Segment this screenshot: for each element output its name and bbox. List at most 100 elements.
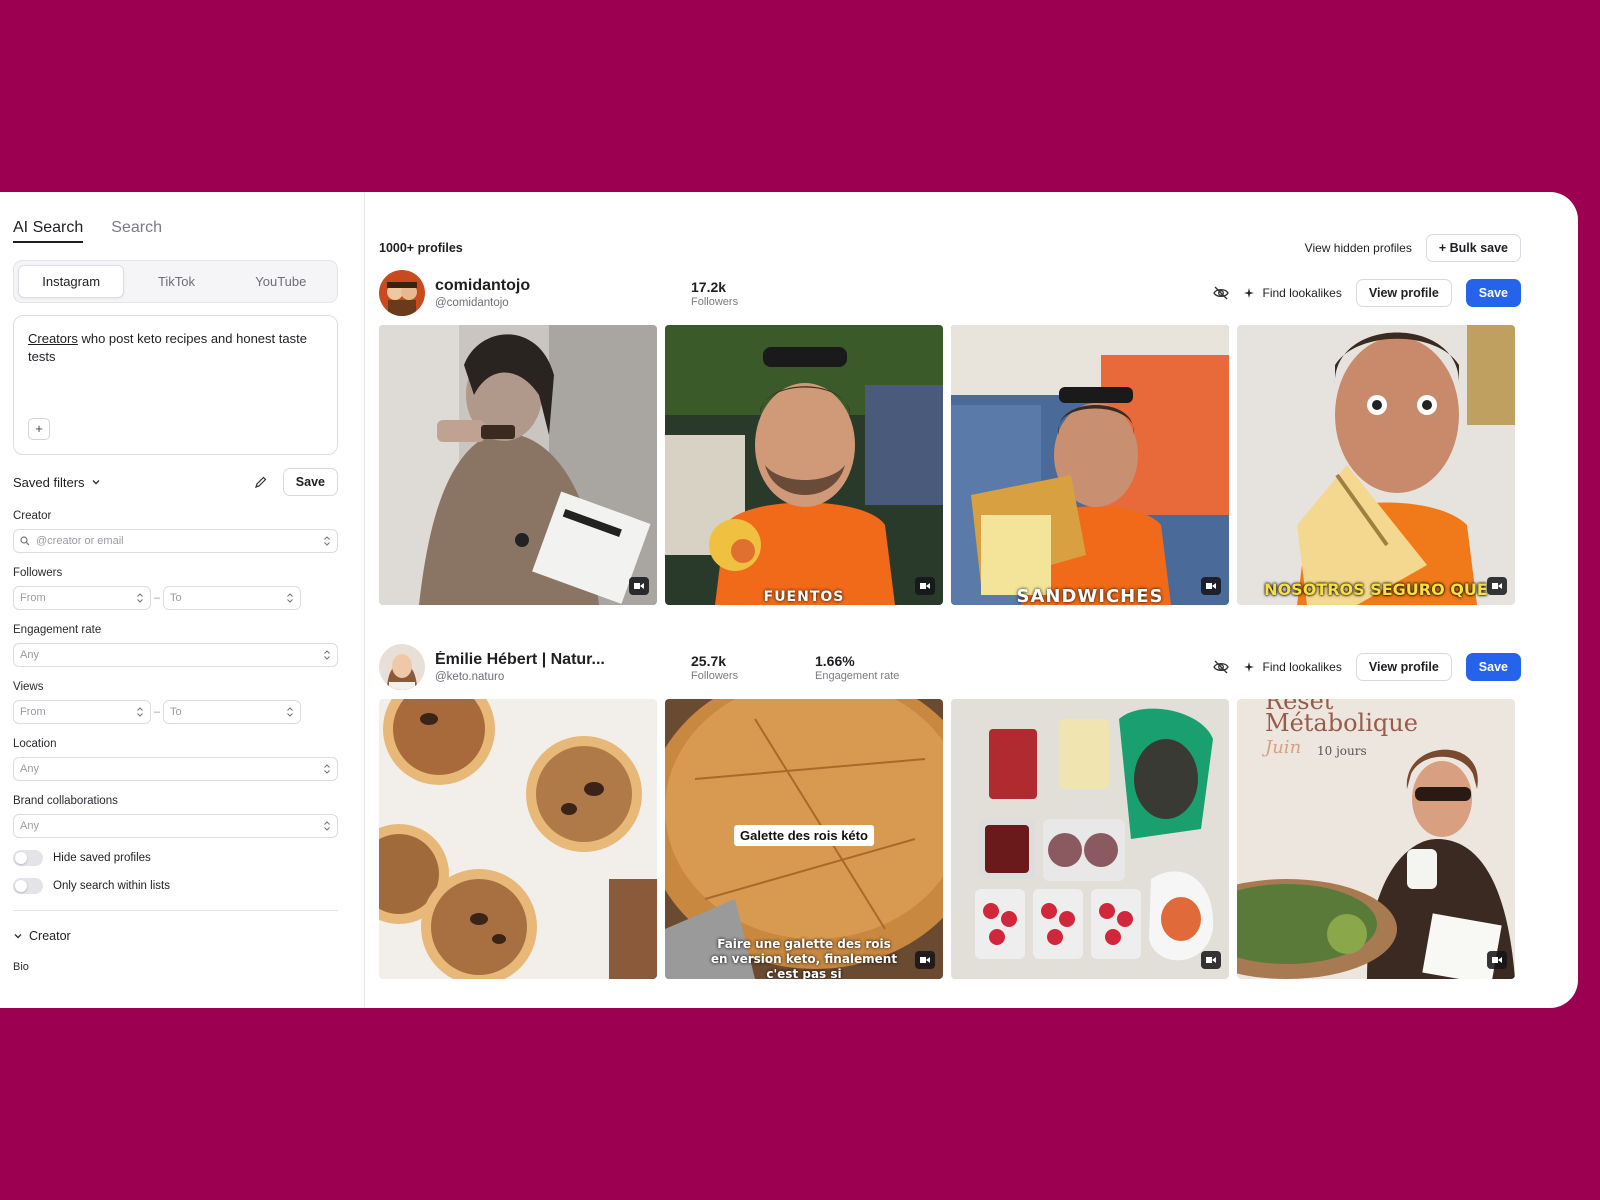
save-profile-button[interactable]: Save bbox=[1465, 653, 1521, 681]
post-overlay-sub: 10 jours bbox=[1317, 744, 1367, 758]
video-icon bbox=[1487, 577, 1507, 595]
profile-name[interactable]: comidantojo bbox=[435, 277, 691, 295]
post-thumbnail[interactable] bbox=[379, 325, 657, 605]
creator-label: Creator bbox=[13, 510, 52, 522]
app-window: AI Search Search Instagram TikTok YouTub… bbox=[0, 192, 1578, 1008]
engagement-label: Engagement rate bbox=[13, 624, 102, 636]
post-thumbnail[interactable]: FUENTOS bbox=[665, 325, 943, 605]
search-icon bbox=[20, 536, 30, 546]
post-thumbnail[interactable]: NOSOTROS SEGURO QUE bbox=[1237, 325, 1515, 605]
within-lists-toggle[interactable] bbox=[13, 878, 43, 894]
hide-saved-toggle[interactable] bbox=[13, 850, 43, 866]
profile-header: Émilie Hébert | Natur... @keto.naturo 25… bbox=[379, 643, 1521, 691]
hide-profile-eye-off-icon[interactable] bbox=[1210, 282, 1232, 304]
updown-icon bbox=[324, 821, 330, 831]
edit-pencil-icon[interactable] bbox=[251, 472, 271, 492]
find-lookalikes-button[interactable]: Find lookalikes bbox=[1244, 286, 1342, 300]
engagement-stat: 1.66% Engagement rate bbox=[815, 653, 939, 682]
chevron-down-icon bbox=[14, 934, 22, 939]
prompt-underlined-word: Creators bbox=[28, 331, 78, 346]
brand-select[interactable]: Any bbox=[13, 814, 338, 838]
saved-filters-row: Saved filters Save bbox=[13, 468, 338, 496]
profile-handle: @keto.naturo bbox=[435, 671, 505, 683]
post-grid: FUENTOS SANDWICHES NOSOTROS SEGURO QUE bbox=[379, 325, 1521, 605]
save-filters-button[interactable]: Save bbox=[282, 468, 338, 496]
followers-to-input[interactable]: To bbox=[163, 586, 301, 610]
followers-stat: 17.2k Followers bbox=[691, 279, 815, 308]
followers-label: Followers bbox=[13, 567, 63, 579]
followers-to-placeholder: To bbox=[170, 592, 182, 604]
view-profile-button[interactable]: View profile bbox=[1355, 279, 1452, 307]
followers-value: 17.2k bbox=[691, 278, 727, 295]
tab-ai-search[interactable]: AI Search bbox=[13, 219, 84, 243]
followers-from-input[interactable]: From bbox=[13, 586, 151, 610]
platform-youtube[interactable]: YouTube bbox=[229, 265, 333, 298]
profile-actions: Find lookalikes View profile Save bbox=[1210, 279, 1521, 307]
followers-stat: 25.7k Followers bbox=[691, 653, 815, 682]
profile-names: comidantojo @comidantojo bbox=[435, 277, 691, 309]
post-thumbnail[interactable]: Reset Métabolique Juin 10 jours bbox=[1237, 699, 1515, 979]
video-icon bbox=[629, 577, 649, 595]
video-icon bbox=[915, 577, 935, 595]
sparkle-icon bbox=[1244, 662, 1255, 672]
video-icon bbox=[915, 951, 935, 969]
creator-search-input[interactable]: @creator or email bbox=[13, 529, 338, 553]
hide-saved-label: Hide saved profiles bbox=[53, 852, 151, 864]
post-thumbnail[interactable]: SANDWICHES bbox=[951, 325, 1229, 605]
location-value: Any bbox=[20, 763, 39, 775]
tab-search[interactable]: Search bbox=[111, 219, 162, 243]
followers-from-placeholder: From bbox=[20, 592, 46, 604]
updown-icon bbox=[324, 536, 330, 546]
profile-header: comidantojo @comidantojo 17.2k Followers… bbox=[379, 269, 1521, 317]
hide-saved-row: Hide saved profiles bbox=[13, 850, 338, 866]
brand-value: Any bbox=[20, 820, 39, 832]
updown-icon bbox=[287, 707, 293, 717]
add-attachment-button[interactable]: + bbox=[28, 418, 50, 440]
creator-section-toggle[interactable]: Creator bbox=[13, 929, 338, 943]
save-profile-button[interactable]: Save bbox=[1465, 279, 1521, 307]
views-from-input[interactable]: From bbox=[13, 700, 151, 724]
location-select[interactable]: Any bbox=[13, 757, 338, 781]
view-profile-button[interactable]: View profile bbox=[1355, 653, 1452, 681]
ai-prompt-input[interactable]: Creators who post keto recipes and hones… bbox=[13, 315, 338, 455]
find-lookalikes-button[interactable]: Find lookalikes bbox=[1244, 660, 1342, 674]
saved-filters-dropdown[interactable]: Saved filters bbox=[13, 475, 101, 490]
followers-key: Followers bbox=[691, 295, 739, 308]
post-thumbnail[interactable] bbox=[379, 699, 657, 979]
video-icon bbox=[1487, 951, 1507, 969]
platform-instagram[interactable]: Instagram bbox=[18, 265, 125, 298]
avatar[interactable] bbox=[379, 644, 425, 690]
post-thumbnail[interactable]: Galette des rois kéto Faire une galette … bbox=[665, 699, 943, 979]
profile-names: Émilie Hébert | Natur... @keto.naturo bbox=[435, 651, 691, 683]
post-thumbnail[interactable] bbox=[951, 699, 1229, 979]
results-header: 1000+ profiles View hidden profiles + Bu… bbox=[379, 234, 1521, 262]
post-title-pill: Galette des rois kéto bbox=[734, 825, 874, 846]
updown-icon bbox=[324, 764, 330, 774]
engagement-key: Engagement rate bbox=[815, 669, 900, 682]
platform-selector: Instagram TikTok YouTube bbox=[13, 260, 338, 303]
location-label: Location bbox=[13, 738, 57, 750]
post-caption-line: Faire une galette des rois bbox=[717, 937, 891, 951]
post-overlay-title: Métabolique bbox=[1265, 709, 1418, 737]
bio-label: Bio bbox=[13, 961, 29, 973]
views-label: Views bbox=[13, 681, 44, 693]
updown-icon bbox=[137, 593, 143, 603]
platform-tiktok[interactable]: TikTok bbox=[124, 265, 228, 298]
engagement-value: Any bbox=[20, 649, 39, 661]
profile-card: comidantojo @comidantojo 17.2k Followers… bbox=[379, 269, 1521, 605]
views-to-input[interactable]: To bbox=[163, 700, 301, 724]
view-hidden-profiles-link[interactable]: View hidden profiles bbox=[1305, 241, 1412, 255]
updown-icon bbox=[287, 593, 293, 603]
range-dash: – bbox=[153, 592, 161, 604]
views-range: From – To bbox=[13, 700, 338, 724]
profile-name[interactable]: Émilie Hébert | Natur... bbox=[435, 651, 691, 669]
video-icon bbox=[1201, 577, 1221, 595]
bulk-save-button[interactable]: + Bulk save bbox=[1425, 234, 1521, 262]
avatar[interactable] bbox=[379, 270, 425, 316]
updown-icon bbox=[137, 707, 143, 717]
filter-sidebar: AI Search Search Instagram TikTok YouTub… bbox=[0, 192, 365, 1008]
engagement-select[interactable]: Any bbox=[13, 643, 338, 667]
chevron-down-icon bbox=[92, 480, 100, 485]
hide-profile-eye-off-icon[interactable] bbox=[1210, 656, 1232, 678]
profile-handle: @comidantojo bbox=[435, 297, 509, 309]
